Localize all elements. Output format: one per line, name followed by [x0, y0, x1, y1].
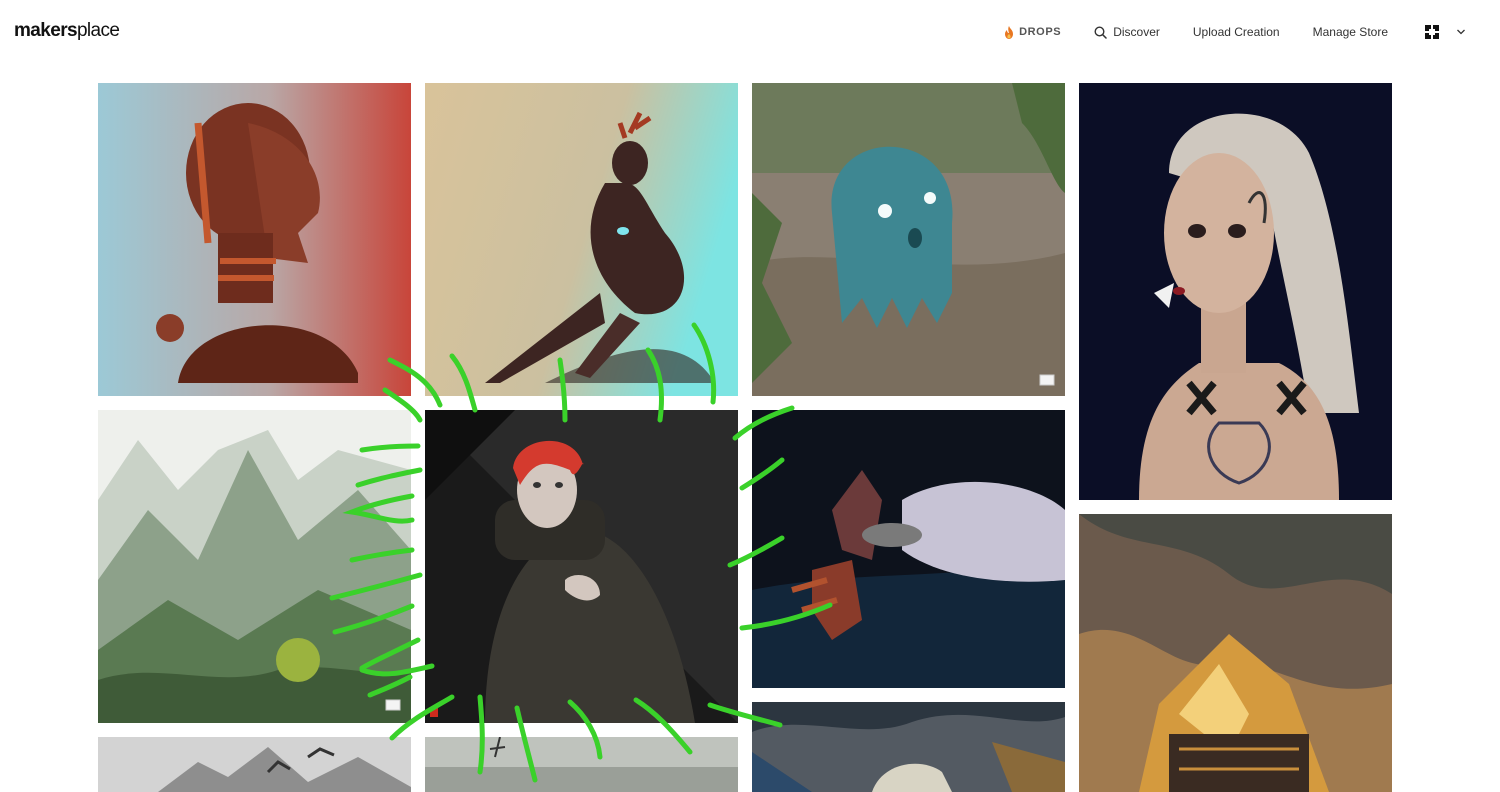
artwork-tile[interactable]	[98, 410, 411, 723]
manage-store-label: Manage Store	[1312, 25, 1388, 39]
drops-label: DROPS	[1019, 26, 1062, 38]
chevron-down-icon[interactable]	[1456, 27, 1466, 37]
artwork-image	[752, 83, 1065, 396]
fire-icon	[1005, 25, 1014, 39]
artwork-image	[425, 410, 738, 723]
artwork-tile[interactable]	[98, 737, 411, 792]
artwork-image	[98, 737, 411, 792]
artwork-tile[interactable]	[98, 83, 411, 396]
discover-link[interactable]: Discover	[1094, 25, 1160, 39]
logo-text-bold: makers	[14, 20, 78, 41]
artwork-tile[interactable]	[752, 83, 1065, 396]
artwork-image	[1079, 514, 1392, 792]
artwork-image	[98, 410, 411, 723]
artwork-tile[interactable]	[1079, 83, 1392, 500]
artwork-tile[interactable]	[425, 83, 738, 396]
upload-creation-link[interactable]: Upload Creation	[1193, 25, 1280, 39]
search-icon	[1094, 25, 1107, 39]
nav-menu: DROPS Discover Upload Creation Manage St…	[1004, 24, 1466, 40]
manage-store-link[interactable]: Manage Store	[1313, 25, 1388, 39]
makersplace-logo[interactable]: makersplace	[14, 20, 120, 42]
artwork-image	[1079, 83, 1392, 500]
artwork-tile[interactable]	[752, 410, 1065, 688]
top-nav-bar: makersplace DROPS Discover Upload Creati…	[0, 0, 1500, 64]
logo-text-light: place	[76, 20, 120, 41]
artwork-image	[752, 702, 1065, 792]
artwork-image	[425, 737, 738, 792]
artwork-image	[752, 410, 1065, 688]
discover-label: Discover	[1113, 25, 1160, 39]
artwork-tile[interactable]	[425, 410, 738, 723]
artwork-tile[interactable]	[425, 737, 738, 792]
store-icon[interactable]	[1424, 24, 1440, 40]
upload-creation-label: Upload Creation	[1192, 25, 1280, 39]
drops-link[interactable]: DROPS	[1004, 25, 1062, 39]
artwork-image	[98, 83, 411, 396]
artwork-tile[interactable]	[1079, 514, 1392, 792]
artwork-tile[interactable]	[752, 702, 1065, 792]
artwork-image	[425, 83, 738, 396]
